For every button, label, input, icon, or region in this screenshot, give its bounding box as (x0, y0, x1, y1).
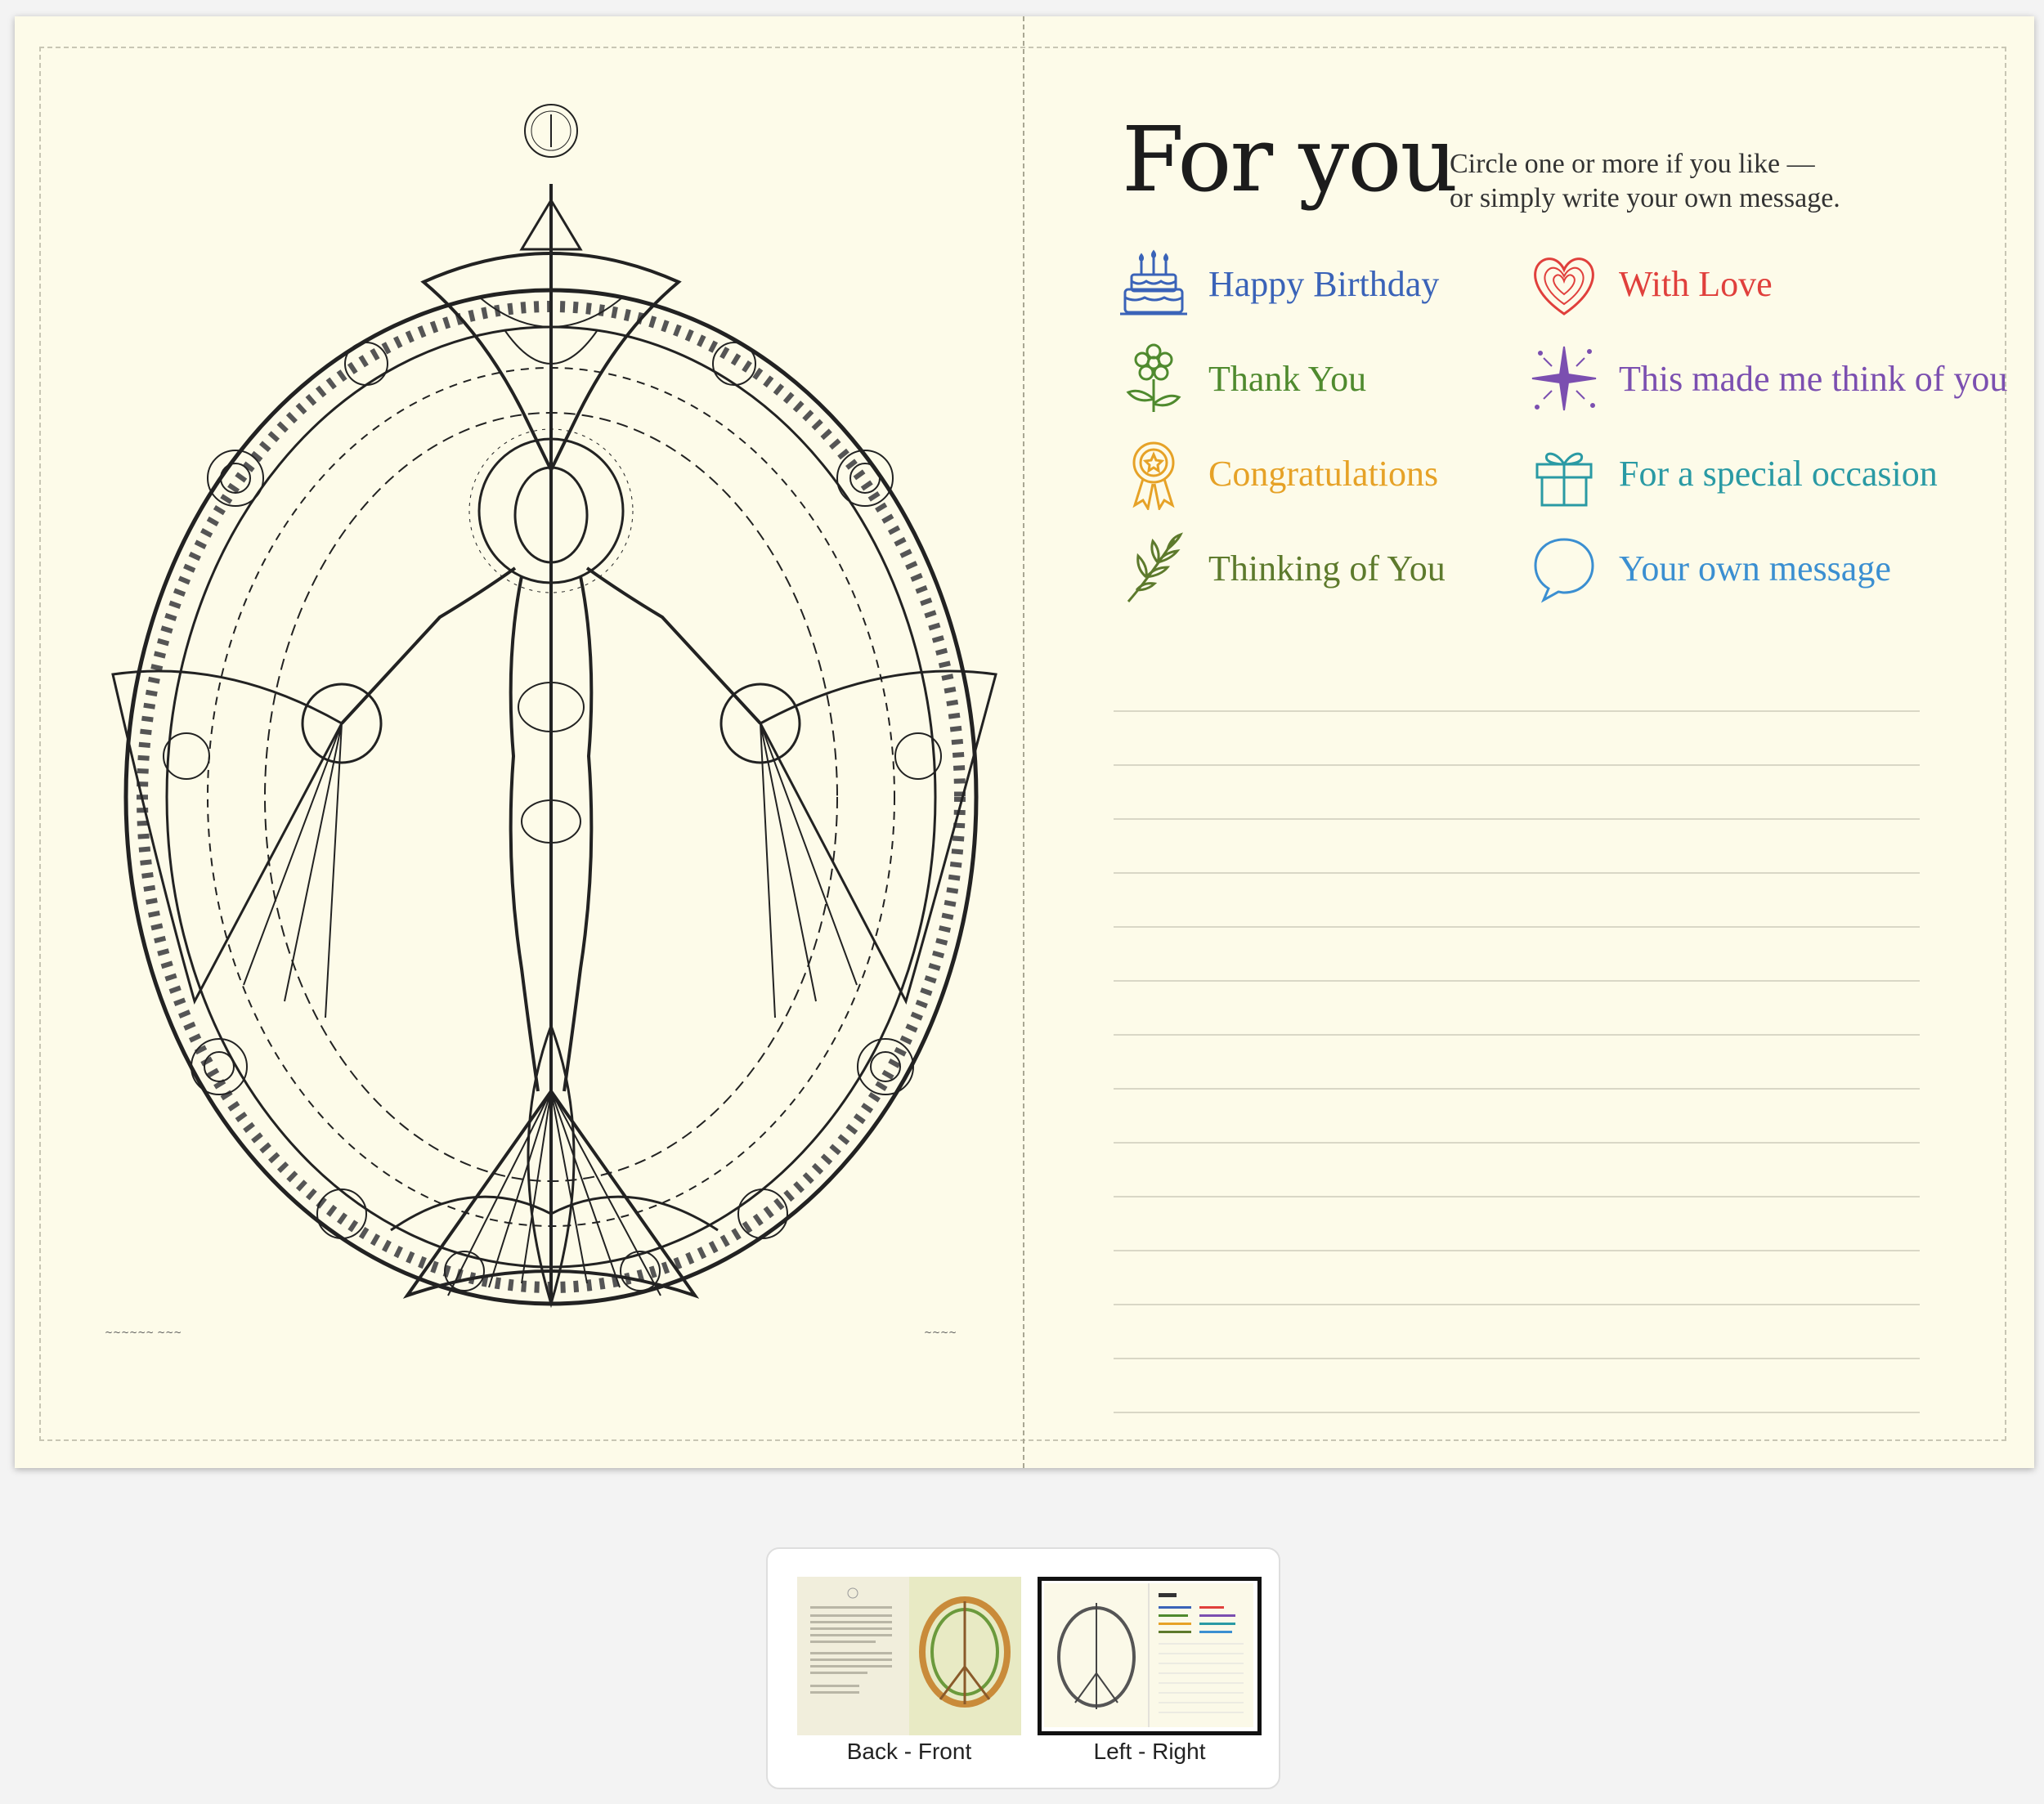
option-label: Thank You (1208, 358, 1367, 399)
gift-icon (1535, 452, 1593, 507)
card-preview: ~~~~~~ ~~~ ~~~~ For you Circle one or mo… (15, 16, 2034, 1468)
option-thinking-of-you[interactable]: Thinking of You (1117, 531, 1446, 605)
heart-icon (1534, 257, 1594, 316)
option-this-made-me-think-of-you[interactable]: This made me think of you (1527, 342, 2007, 415)
option-label: With Love (1619, 263, 1773, 304)
thumbnail-label: Back - Front (846, 1739, 972, 1764)
sparkle-icon (1531, 346, 1597, 411)
birthday-cake-icon (1120, 249, 1187, 316)
option-thank-you[interactable]: Thank You (1117, 342, 1366, 415)
option-label: Happy Birthday (1208, 263, 1440, 304)
option-congratulations[interactable]: Congratulations (1117, 436, 1438, 510)
speech-bubble-icon (1534, 538, 1594, 603)
option-your-own-message[interactable]: Your own message (1527, 531, 1891, 605)
option-label: Thinking of You (1208, 548, 1446, 589)
back-front-thumbnail-icon (797, 1577, 1021, 1735)
thumbnail-left-right[interactable] (1038, 1577, 1262, 1735)
option-happy-birthday[interactable]: Happy Birthday (1117, 247, 1439, 320)
fold-line (1023, 16, 1024, 1468)
artist-signature-icon: ~~~~ (924, 1327, 957, 1338)
option-label: Congratulations (1208, 453, 1439, 494)
option-with-love[interactable]: With Love (1527, 247, 1773, 320)
option-label: This made me think of you (1619, 358, 2008, 399)
illustration-art (96, 86, 1012, 1361)
option-label: For a special occasion (1619, 453, 1938, 494)
art-caption-left-icon: ~~~~~~ ~~~ (105, 1327, 182, 1338)
page-picker: Back - Front Left - Right (766, 1547, 1280, 1789)
subheading: Circle one or more if you like — or simp… (1450, 149, 1840, 213)
award-ribbon-icon (1132, 441, 1175, 510)
thumbnail-label: Left - Right (1093, 1739, 1206, 1764)
thumbnail-back-front[interactable] (797, 1577, 1021, 1735)
leafy-branch-icon (1127, 532, 1183, 602)
option-label: Your own message (1619, 548, 1891, 589)
page-title: For you (1122, 107, 1458, 212)
flower-icon (1126, 343, 1181, 412)
left-right-thumbnail-icon (1044, 1583, 1253, 1727)
writing-lines[interactable] (1114, 658, 1920, 1413)
option-for-a-special-occasion[interactable]: For a special occasion (1527, 436, 1938, 510)
